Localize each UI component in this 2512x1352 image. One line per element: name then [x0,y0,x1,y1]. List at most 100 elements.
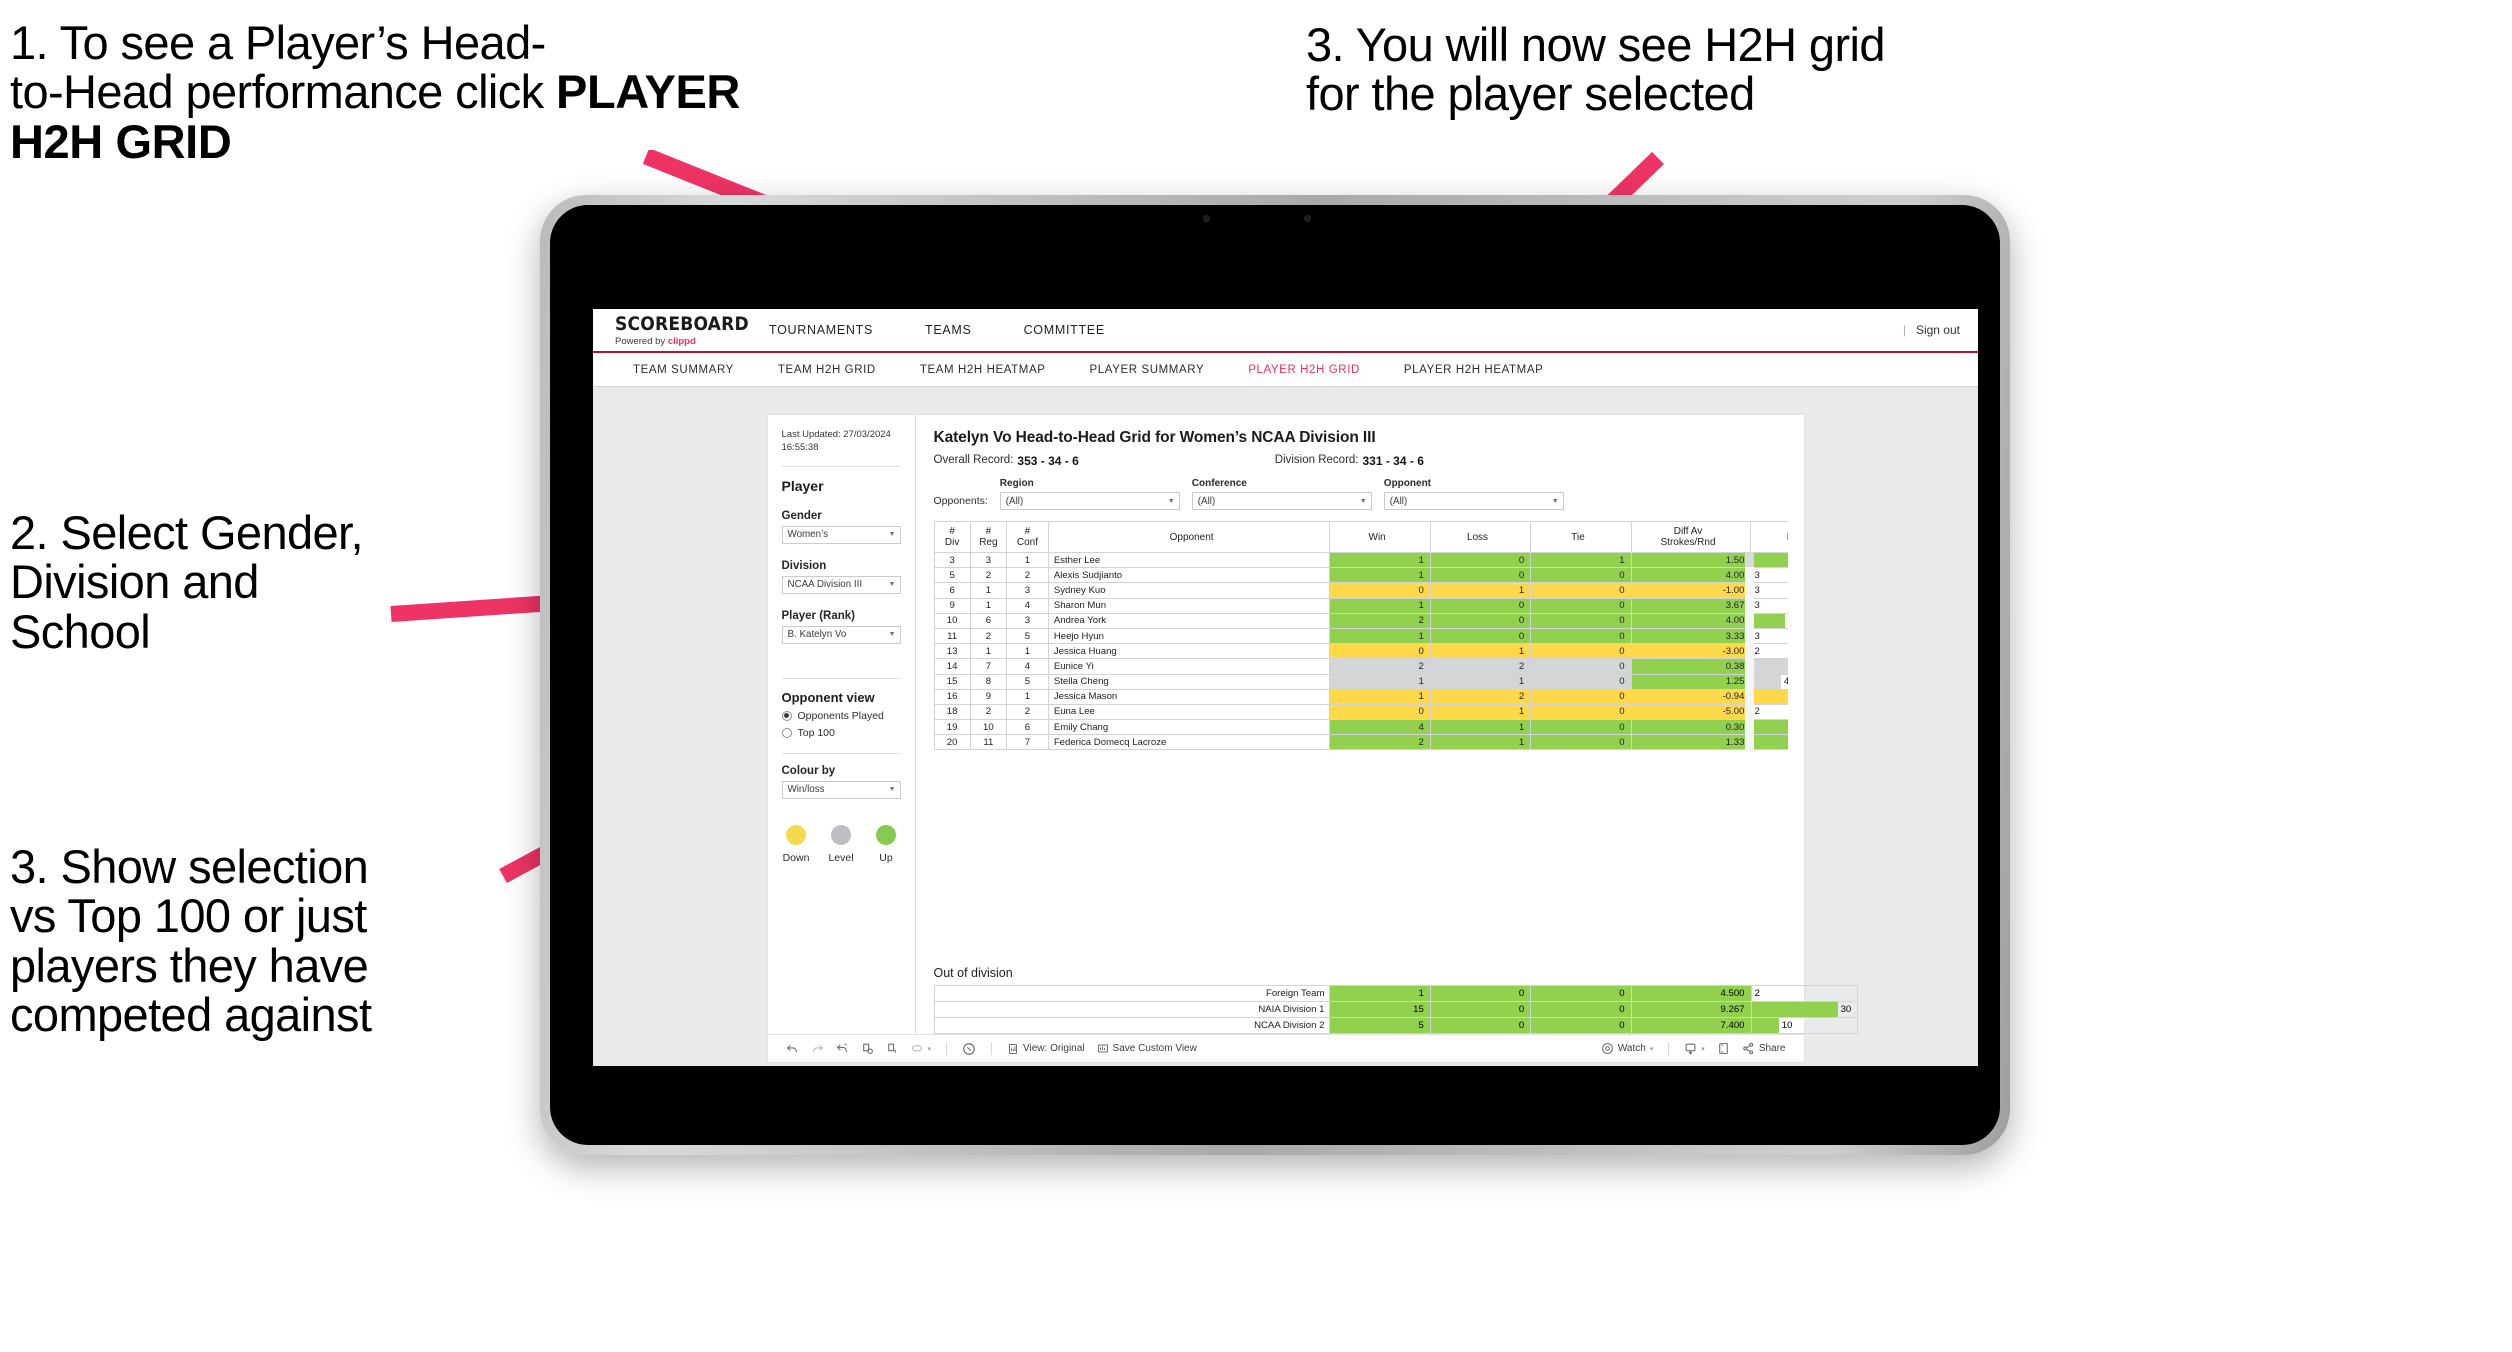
fullscreen-button[interactable] [1711,1042,1736,1055]
tab-team-h2h-grid[interactable]: TEAM H2H GRID [756,364,898,376]
tab-player-h2h-grid[interactable]: PLAYER H2H GRID [1226,364,1382,376]
tab-team-summary[interactable]: TEAM SUMMARY [611,364,756,376]
table-row[interactable]: 20117Federica Domecq Lacroze2101.336 [933,734,1788,751]
table-row[interactable]: 5 2 2 Alexis Sudjianto 1 0 0 4.00 3 [933,567,1788,584]
table-row[interactable]: Foreign Team 1 0 0 4.500 2 [933,985,1858,1002]
table-row[interactable]: NAIA Division 1 15 0 0 9.267 30 [933,1001,1858,1018]
web-page: SCOREBOARD Powered by clippd TOURNAMENTS… [593,309,1978,1066]
filter-opponent-dropdown[interactable]: (All) ▼ [1383,492,1564,510]
cell-loss: 0 [1429,1017,1532,1034]
opponent-filters: Opponents: Region (All) ▼ Conference (Al… [934,478,1788,510]
chevron-down-icon: ▼ [1167,497,1175,505]
nav-item-committee[interactable]: COMMITTEE [998,309,1131,351]
table-row[interactable]: 19106Emily Chang4100.3011 [933,719,1788,736]
cell-rounds: 2 [1750,703,1788,721]
cell-tie: 0 [1530,658,1632,675]
filter-conference-dropdown[interactable]: (All) ▼ [1191,492,1372,510]
table-row[interactable]: 1474Eunice Yi2200.389 [933,658,1788,675]
legend-item-down: Down [782,824,811,864]
brand-logo[interactable]: SCOREBOARD Powered by clippd [593,313,749,347]
save-view-icon [1097,1043,1109,1055]
cell-rounds: 30 [1750,1001,1858,1018]
revert-icon [836,1042,849,1055]
revert-button[interactable] [830,1042,855,1055]
undo-button[interactable] [780,1042,805,1055]
cell-div: 15 [933,673,971,690]
download-icon [1684,1042,1697,1055]
col-div: # Div [933,521,971,553]
page-title: Katelyn Vo Head-to-Head Grid for Women’s… [933,429,1376,446]
view-original-button[interactable]: View: Original [1001,1043,1091,1055]
nav-item-teams[interactable]: TEAMS [899,309,998,351]
overall-record: Overall Record: 353 - 34 - 6 [934,454,1079,468]
tab-team-h2h-heatmap[interactable]: TEAM H2H HEATMAP [898,364,1068,376]
download-button[interactable]: ▾ [1678,1042,1711,1055]
out-of-division-body: Foreign Team 1 0 0 4.500 2 NAIA Division 1 15 0 0… [933,985,1858,1034]
table-row[interactable]: 18 2 2 Euna Lee 0 1 0 -5.00 2 [933,703,1788,721]
table-row[interactable]: 13 1 1 Jessica Huang 0 1 0 -3.00 2 [933,643,1788,660]
cell-div: 3 [933,551,971,569]
gender-dropdown[interactable]: Women’s ▼ [781,525,901,544]
rounds-bar [1751,1002,1838,1017]
cell-reg: 6 [969,612,1008,629]
cell-rounds: 4 [1750,612,1788,629]
table-row[interactable]: 15 8 5 Stella Cheng 1 1 0 1.25 4 [933,673,1788,690]
legend-item-up: Up [872,824,901,864]
tablet-device: SCOREBOARD Powered by clippd TOURNAMENTS… [540,195,2010,1155]
table-row[interactable]: 1691Jessica Mason120-0.947 [933,688,1788,705]
cell-opponent: Andrea York [1047,612,1331,629]
table-row[interactable]: 6 1 3 Sydney Kuo 0 1 0 -1.00 3 [933,582,1788,599]
screenshot-root: 1. To see a Player’s Head- to-Head perfo… [0,0,2512,1352]
player-rank-dropdown[interactable]: B. Katelyn Vo ▼ [781,625,901,644]
cell-reg: 1 [969,582,1008,599]
gender-value: Women’s [787,529,828,541]
table-row[interactable]: 11 2 5 Heejo Hyun 1 0 0 3.33 3 [933,627,1788,645]
scrollbar-thumb[interactable] [1744,552,1754,567]
tab-player-h2h-heatmap[interactable]: PLAYER H2H HEATMAP [1382,364,1565,376]
opponents-label: Opponents: [933,495,988,507]
share-button[interactable]: Share [1736,1042,1792,1055]
annotation-step-2: 2. Select Gender, Division and School [10,506,364,658]
rounds-value: 30 [1840,1004,1852,1015]
save-custom-view-button[interactable]: Save Custom View [1091,1043,1203,1055]
cell-opponent: Federica Domecq Lacroze [1047,734,1331,751]
division-dropdown[interactable]: NCAA Division III ▼ [781,575,901,594]
watch-button[interactable]: Watch ▾ [1595,1042,1659,1055]
cell-reg: 8 [969,673,1008,690]
last-updated-label: Last Updated: 27/03/2024 [781,429,891,440]
rounds-value: 4 [1785,615,1787,626]
view-shape-button[interactable]: ▾ [905,1042,938,1055]
rounds-bar [1751,689,1788,704]
chevron-down-icon: ▼ [1359,497,1367,505]
table-row[interactable]: 1063Andrea York2004.004 [933,612,1788,629]
nav-item-tournaments[interactable]: TOURNAMENTS [743,309,899,351]
redo-button[interactable] [805,1042,830,1055]
cell-loss: 0 [1429,985,1532,1002]
radio-opponents-played[interactable]: Opponents Played [781,710,901,722]
cell-diff: 3.33 [1630,627,1752,645]
cell-opponent: Jessica Mason [1047,688,1331,705]
table-row[interactable]: 9 1 4 Sharon Mun 1 0 0 3.67 3 [933,597,1788,614]
colour-by-dropdown[interactable]: Win/loss ▼ [781,780,901,799]
filter-conference-value: (All) [1197,495,1216,507]
col-tie: Tie [1530,521,1632,553]
cell-opponent: Sydney Kuo [1047,582,1331,599]
cell-tie: 0 [1530,703,1632,721]
tab-player-summary[interactable]: PLAYER SUMMARY [1068,364,1227,376]
camera-dot [1202,215,1210,222]
radio-top-100-label: Top 100 [797,726,835,739]
rounds-bar [1751,735,1788,750]
cell-conf: 3 [1006,582,1049,599]
sign-out-link[interactable]: Sign out [1916,323,1960,337]
table-row[interactable]: 331Esther Lee1011.504 [933,551,1788,569]
grid-scrollbar[interactable] [1744,552,1754,752]
radio-top-100[interactable]: Top 100 [781,726,901,739]
filter-region-dropdown[interactable]: (All) ▼ [999,492,1180,510]
table-row[interactable]: NCAA Division 2 5 0 0 7.400 10 [933,1017,1858,1034]
pause-button[interactable] [880,1042,905,1055]
help-button[interactable] [956,1042,982,1056]
colour-legend: Down Level Up [768,824,915,864]
refresh-button[interactable] [855,1042,880,1055]
brand-clippd: clippd [667,336,696,347]
cell-diff: 4.00 [1630,612,1752,629]
